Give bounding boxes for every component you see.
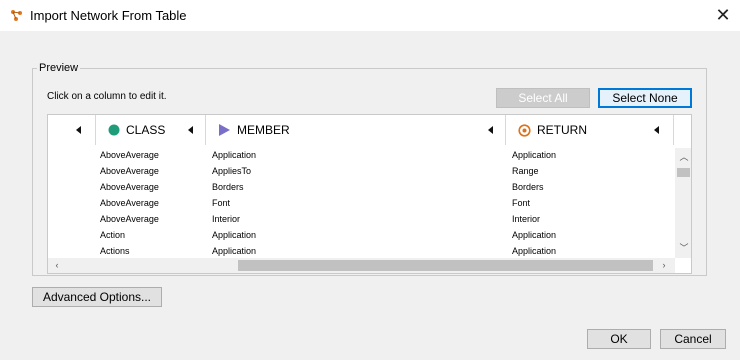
- scroll-left-icon[interactable]: ‹: [51, 259, 63, 271]
- table-cell-return: Interior: [512, 214, 541, 224]
- table-cell-class: Actions: [100, 246, 130, 256]
- column-menu-icon[interactable]: [488, 126, 493, 134]
- table-cell-member: Borders: [212, 182, 244, 192]
- scroll-up-icon[interactable]: ︿: [678, 151, 690, 163]
- table-cell-return: Application: [512, 246, 557, 256]
- table-cell-class: AboveAverage: [100, 214, 159, 224]
- table-cell-class: AboveAverage: [100, 150, 159, 160]
- select-none-button[interactable]: Select None: [598, 88, 692, 108]
- app-icon: [11, 10, 22, 21]
- table-cell-member: Application: [212, 150, 257, 160]
- table-cell-return: Range: [512, 166, 539, 176]
- preview-table: CLASS MEMBER RETURN AboveAverage Applicat…: [47, 114, 692, 274]
- column-menu-icon[interactable]: [76, 126, 81, 134]
- green-circle-icon: [108, 124, 120, 136]
- table-cell-member: Interior: [212, 214, 241, 224]
- table-cell-member: Application: [212, 230, 257, 240]
- table-cell-member: Application: [212, 246, 257, 256]
- table-cell-class: AboveAverage: [100, 198, 159, 208]
- purple-triangle-icon: [219, 124, 230, 136]
- advanced-options-button[interactable]: Advanced Options...: [32, 287, 162, 307]
- window-title: Import Network From Table: [30, 8, 187, 23]
- column-label-member: MEMBER: [237, 123, 290, 137]
- select-all-button[interactable]: Select All: [496, 88, 590, 108]
- preview-hint: Click on a column to edit it.: [47, 91, 167, 102]
- table-cell-return: Font: [512, 198, 531, 208]
- column-label-class: CLASS: [126, 123, 166, 137]
- preview-group-label: Preview: [37, 62, 81, 74]
- table-cell-return: Borders: [512, 182, 544, 192]
- scroll-right-icon[interactable]: ›: [658, 259, 670, 271]
- table-cell-member: Font: [212, 198, 231, 208]
- close-icon[interactable]: ✕: [712, 5, 734, 25]
- column-header-member[interactable]: MEMBER: [206, 115, 506, 145]
- column-label-return: RETURN: [537, 123, 587, 137]
- table-cell-class: Action: [100, 230, 126, 240]
- horizontal-scroll-thumb[interactable]: [238, 260, 653, 271]
- vertical-scroll-thumb[interactable]: [677, 168, 690, 177]
- ok-button[interactable]: OK: [587, 329, 651, 349]
- table-cell-return: Application: [512, 150, 557, 160]
- column-header-return[interactable]: RETURN: [506, 115, 674, 145]
- table-cell-class: AboveAverage: [100, 166, 159, 176]
- table-cell-member: AppliesTo: [212, 166, 252, 176]
- column-header-0[interactable]: [48, 115, 96, 145]
- column-menu-icon[interactable]: [654, 126, 659, 134]
- table-cell-class: AboveAverage: [100, 182, 159, 192]
- column-menu-icon[interactable]: [188, 126, 193, 134]
- column-header-class[interactable]: CLASS: [96, 115, 206, 145]
- cancel-button[interactable]: Cancel: [660, 329, 726, 349]
- table-cell-return: Application: [512, 230, 557, 240]
- scroll-down-icon[interactable]: ﹀: [678, 242, 690, 254]
- orange-target-icon: [518, 124, 531, 137]
